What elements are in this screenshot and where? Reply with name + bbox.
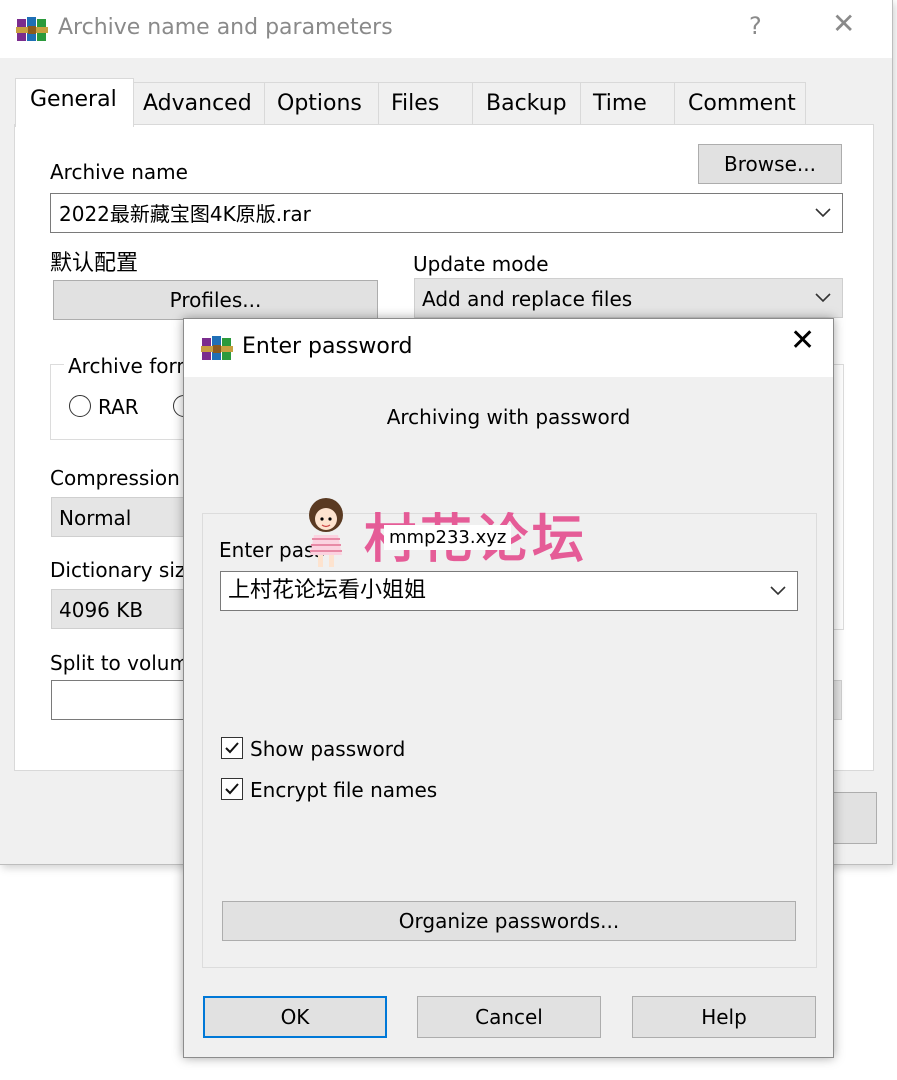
winrar-icon bbox=[16, 13, 48, 45]
organize-passwords-button[interactable]: Organize passwords... bbox=[222, 901, 796, 941]
password-value: 上村花论坛看小姐姐 bbox=[228, 578, 427, 603]
browse-button[interactable]: Browse... bbox=[698, 144, 842, 184]
tab-advanced[interactable]: Advanced bbox=[132, 82, 266, 126]
tab-label: General bbox=[30, 87, 117, 112]
dialog-title-bar[interactable]: Enter password ✕ bbox=[184, 319, 833, 377]
cartoon-girl-icon bbox=[302, 495, 350, 569]
enter-password-dialog: Enter password ✕ Archiving with password… bbox=[183, 318, 834, 1058]
show-password-label: Show password bbox=[250, 737, 406, 761]
tab-label: Comment bbox=[688, 91, 796, 116]
tab-time[interactable]: Time bbox=[580, 82, 676, 126]
password-combobox[interactable]: 上村花论坛看小姐姐 bbox=[220, 571, 798, 611]
close-icon[interactable]: ✕ bbox=[832, 10, 855, 38]
tab-files[interactable]: Files bbox=[378, 82, 474, 126]
chevron-down-icon[interactable] bbox=[814, 290, 832, 306]
window-title: Archive name and parameters bbox=[58, 15, 393, 40]
help-icon[interactable]: ? bbox=[749, 14, 762, 38]
help-button[interactable]: Help bbox=[632, 996, 816, 1038]
archive-format-label: Archive form bbox=[64, 354, 200, 378]
tab-backup[interactable]: Backup bbox=[472, 82, 582, 126]
compression-value: Normal bbox=[59, 506, 132, 530]
profiles-button[interactable]: Profiles... bbox=[53, 280, 378, 320]
tab-comment[interactable]: Comment bbox=[674, 82, 806, 126]
dialog-title: Enter password bbox=[242, 334, 413, 359]
dictionary-size-label: Dictionary size bbox=[50, 558, 198, 582]
rar-radio-label: RAR bbox=[98, 395, 139, 419]
update-mode-select[interactable]: Add and replace files bbox=[414, 278, 843, 318]
encrypt-file-names-checkbox[interactable] bbox=[221, 778, 243, 800]
show-password-checkbox[interactable] bbox=[221, 737, 243, 759]
watermark-url: mmp233.xyz bbox=[384, 525, 512, 550]
winrar-icon bbox=[201, 332, 233, 364]
tab-label: Files bbox=[391, 91, 440, 116]
dialog-heading: Archiving with password bbox=[386, 405, 631, 429]
close-icon[interactable]: ✕ bbox=[790, 326, 815, 356]
tab-options[interactable]: Options bbox=[264, 82, 380, 126]
checkmark-icon bbox=[225, 783, 239, 795]
archive-name-combobox[interactable]: 2022最新藏宝图4K原版.rar bbox=[50, 193, 843, 233]
update-mode-value: Add and replace files bbox=[422, 287, 633, 311]
split-volumes-label: Split to volume bbox=[50, 651, 202, 675]
tab-label: Backup bbox=[486, 91, 567, 116]
chevron-down-icon[interactable] bbox=[769, 583, 787, 599]
archive-name-label: Archive name bbox=[50, 160, 188, 184]
encrypt-file-names-label: Encrypt file names bbox=[250, 778, 438, 802]
checkmark-icon bbox=[225, 742, 239, 754]
tab-label: Time bbox=[593, 91, 647, 116]
dictionary-size-value: 4096 KB bbox=[59, 598, 144, 622]
ok-button[interactable]: OK bbox=[203, 996, 387, 1038]
archive-name-value: 2022最新藏宝图4K原版.rar bbox=[59, 202, 311, 226]
tab-general[interactable]: General bbox=[15, 78, 134, 127]
profiles-caption: 默认配置 bbox=[50, 251, 139, 276]
update-mode-label: Update mode bbox=[413, 252, 549, 276]
tab-label: Options bbox=[277, 91, 362, 116]
cancel-button[interactable]: Cancel bbox=[417, 996, 601, 1038]
rar-radio[interactable] bbox=[69, 395, 91, 417]
tab-label: Advanced bbox=[143, 91, 252, 116]
title-bar[interactable]: Archive name and parameters ? ✕ bbox=[0, 0, 892, 58]
chevron-down-icon[interactable] bbox=[814, 205, 832, 221]
